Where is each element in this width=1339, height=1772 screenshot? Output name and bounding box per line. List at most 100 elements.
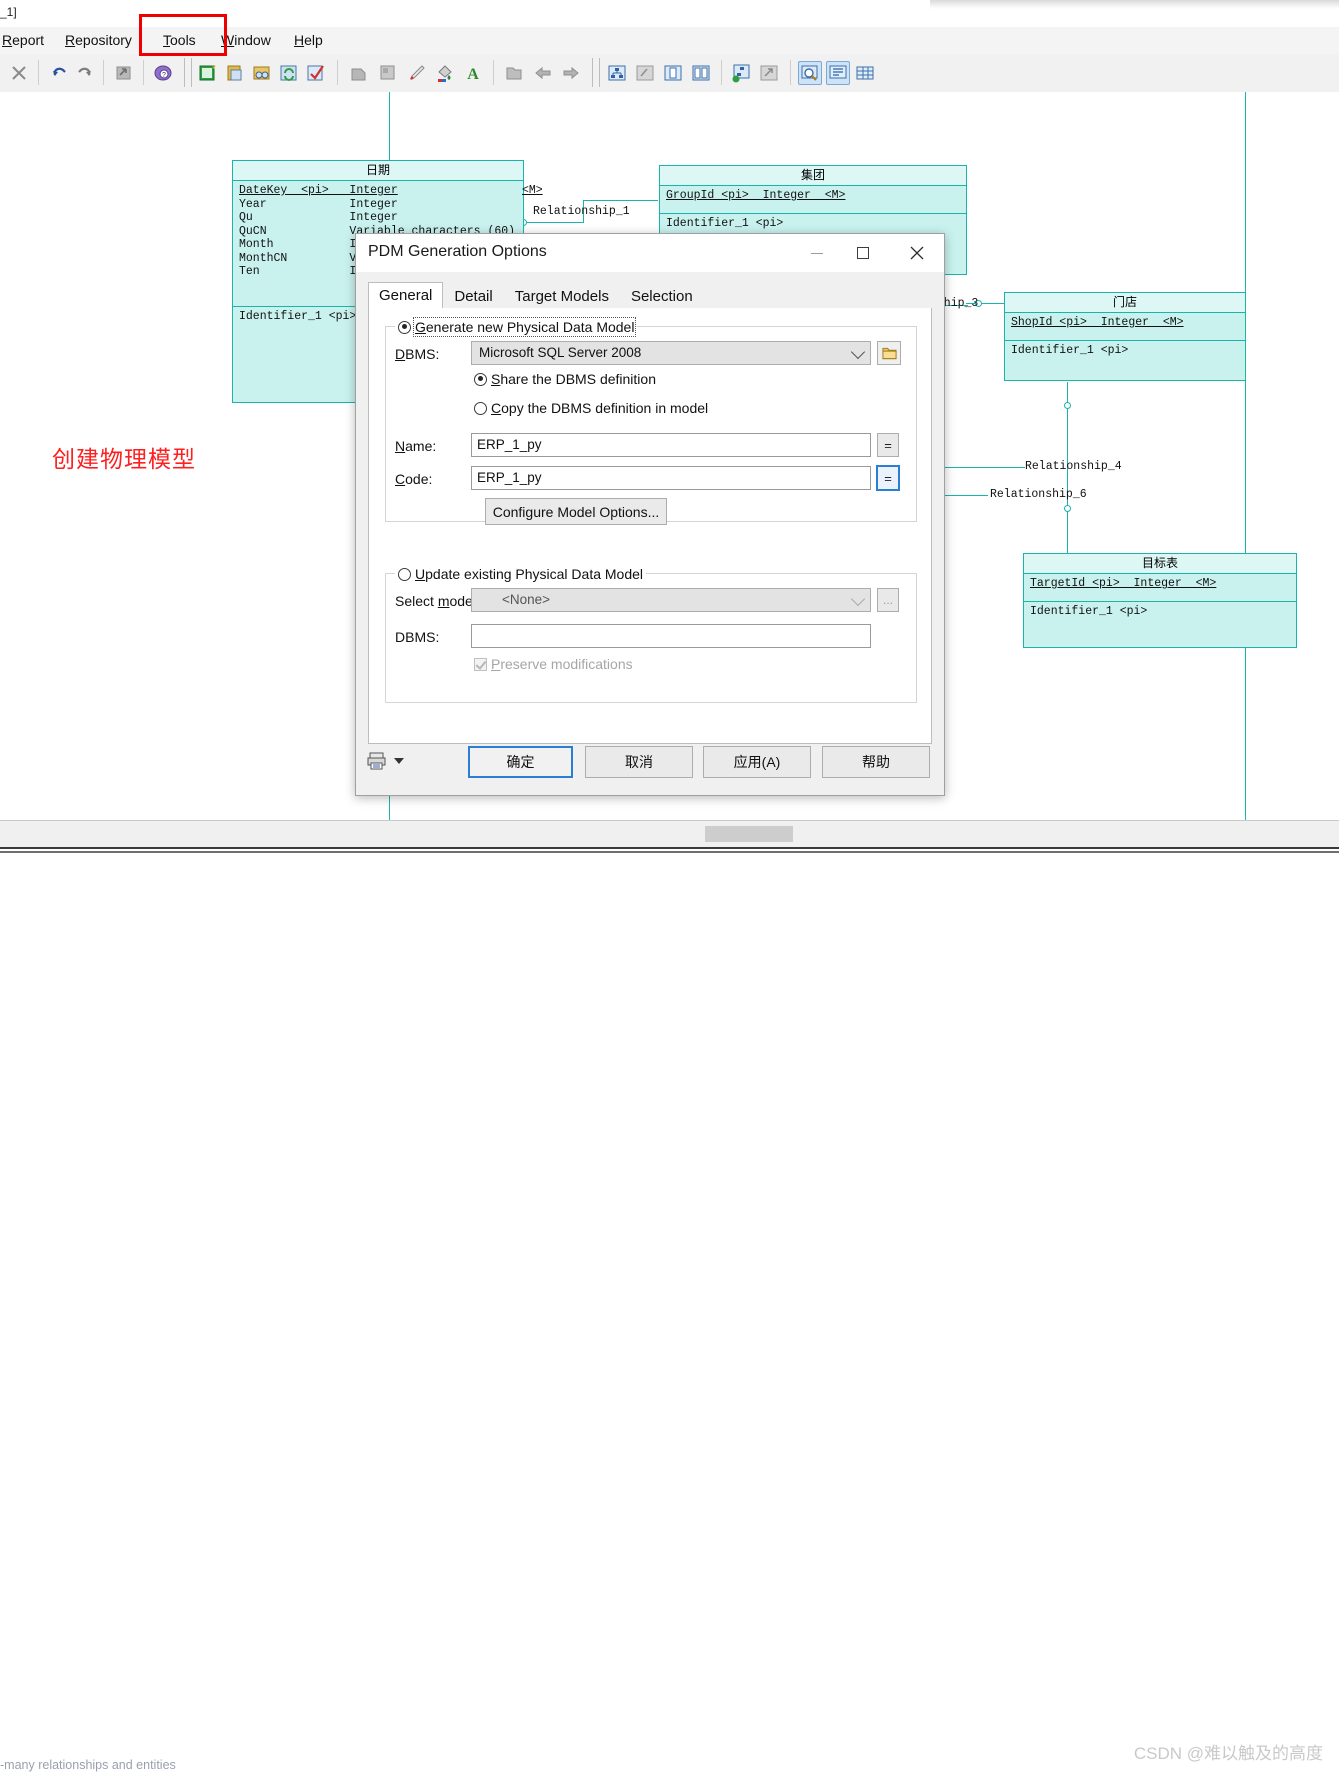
- generate-new-label: Generate new Physical Data Model: [412, 317, 637, 337]
- radio-generate-new[interactable]: [398, 320, 411, 334]
- gray-arrow-icon[interactable]: [758, 62, 780, 84]
- chevron-down-icon: [850, 344, 866, 360]
- configure-model-options-button[interactable]: Configure Model Options...: [485, 498, 667, 525]
- diagram-tree-icon[interactable]: [606, 62, 628, 84]
- undo-icon[interactable]: [48, 62, 70, 84]
- two-page-icon[interactable]: [690, 62, 712, 84]
- folder-open-icon[interactable]: [877, 341, 901, 365]
- entity-identifier-section: Identifier_1 <pi>: [1024, 602, 1296, 621]
- dialog-titlebar[interactable]: PDM Generation Options: [356, 234, 944, 272]
- scrollbar-thumb[interactable]: [705, 826, 793, 842]
- find-model-icon[interactable]: [251, 62, 273, 84]
- name-field[interactable]: ERP_1_py: [471, 433, 871, 457]
- help-button[interactable]: 帮助: [822, 746, 930, 778]
- select-model-value: <None>: [502, 592, 551, 607]
- update-existing-radio[interactable]: Update existing Physical Data Model: [395, 566, 647, 582]
- dialog-body: General Detail Target Models Selection G…: [356, 272, 944, 795]
- entity-name: 目标表: [1024, 554, 1296, 574]
- link-diagram-icon[interactable]: [730, 62, 752, 84]
- frame-icon[interactable]: [377, 62, 399, 84]
- folder-shape-icon[interactable]: [503, 62, 525, 84]
- page-icon[interactable]: [662, 62, 684, 84]
- brush-icon[interactable]: [406, 62, 428, 84]
- radio-share-dbms[interactable]: [474, 372, 487, 386]
- paste-model-icon[interactable]: [224, 62, 246, 84]
- horizontal-scrollbar[interactable]: [0, 820, 1339, 847]
- apply-button[interactable]: 应用(A): [703, 746, 811, 778]
- application-window: _1] Report Repository Tools Window Help …: [0, 0, 1339, 1772]
- radio-copy-dbms[interactable]: [474, 401, 487, 415]
- entity-identifier: Identifier_1 <pi>: [1030, 605, 1148, 618]
- help-book-icon[interactable]: ?: [152, 62, 174, 84]
- entity-name: 门店: [1005, 293, 1245, 313]
- window-title-fragment: _1]: [0, 5, 17, 19]
- entity-identifier-section: Identifier_1 <pi>: [1005, 341, 1245, 360]
- comment-icon[interactable]: [826, 61, 850, 85]
- entity-identifier: Identifier_1 <pi>: [666, 217, 784, 230]
- name-equals-button[interactable]: =: [877, 433, 899, 457]
- share-dbms-option[interactable]: Share the DBMS definition: [471, 371, 659, 387]
- update-existing-label: Update existing Physical Data Model: [415, 566, 644, 582]
- close-icon[interactable]: [894, 234, 940, 272]
- checkbox-preserve-modifications[interactable]: [474, 657, 487, 671]
- close-icon[interactable]: [8, 62, 30, 84]
- font-color-icon[interactable]: A: [462, 62, 484, 84]
- relationship-label[interactable]: Relationship_1: [533, 205, 630, 218]
- connector-line: [583, 200, 658, 201]
- connector-line: [940, 467, 1025, 468]
- menu-item-help[interactable]: Help: [294, 32, 323, 48]
- toolbar-separator: [337, 60, 338, 85]
- preserve-modifications-option[interactable]: Preserve modifications: [471, 656, 636, 672]
- tab-general[interactable]: General: [368, 282, 444, 309]
- refresh-icon[interactable]: [278, 62, 300, 84]
- update-dbms-field[interactable]: [471, 624, 871, 648]
- new-model-icon[interactable]: [197, 62, 219, 84]
- cancel-button[interactable]: 取消: [585, 746, 693, 778]
- toolbar-gripper[interactable]: [592, 58, 600, 87]
- code-field[interactable]: ERP_1_py: [471, 466, 871, 490]
- code-equals-button[interactable]: =: [876, 465, 900, 491]
- toolbar-gripper[interactable]: [184, 58, 192, 87]
- browse-model-button[interactable]: ...: [877, 588, 899, 612]
- maximize-button[interactable]: [840, 234, 886, 272]
- generate-new-radio[interactable]: Generate new Physical Data Model: [395, 317, 638, 337]
- next-arrow-icon[interactable]: [560, 62, 582, 84]
- ok-button[interactable]: 确定: [468, 746, 573, 778]
- statusbar-text: -many relationships and entities: [0, 1758, 176, 1772]
- print-icon[interactable]: [366, 750, 388, 772]
- check-model-icon[interactable]: [305, 62, 327, 84]
- fill-color-icon[interactable]: [434, 62, 456, 84]
- zoom-preview-icon[interactable]: [798, 61, 822, 85]
- copy-dbms-option[interactable]: Copy the DBMS definition in model: [471, 400, 711, 416]
- menu-item-report[interactable]: Report: [2, 32, 44, 48]
- entity-attributes: ShopId <pi> Integer <M>: [1005, 313, 1245, 341]
- entity-table[interactable]: 目标表 TargetId <pi> Integer <M> Identifier…: [1023, 553, 1297, 648]
- dbms-select[interactable]: Microsoft SQL Server 2008: [471, 341, 871, 365]
- grid-icon[interactable]: [854, 62, 876, 84]
- menu-item-window[interactable]: Window: [221, 32, 271, 48]
- radio-update-existing[interactable]: [398, 567, 411, 581]
- entity-attributes: TargetId <pi> Integer <M>: [1024, 574, 1296, 602]
- entity-table[interactable]: 门店 ShopId <pi> Integer <M> Identifier_1 …: [1004, 292, 1246, 381]
- relationship-label[interactable]: Relationship_6: [990, 488, 1087, 501]
- copy-dbms-label: Copy the DBMS definition in model: [491, 400, 709, 416]
- select-model-dropdown[interactable]: <None>: [471, 588, 871, 612]
- export-icon[interactable]: [113, 62, 135, 84]
- dbms-value: Microsoft SQL Server 2008: [479, 345, 642, 360]
- connector-line: [523, 222, 583, 223]
- tab-target-models[interactable]: Target Models: [504, 284, 620, 309]
- menu-item-repository[interactable]: Repository: [65, 32, 132, 48]
- tab-selection[interactable]: Selection: [620, 284, 704, 309]
- toolbar-separator: [721, 60, 722, 85]
- entity-identifier: Identifier_1 <pi>: [1011, 344, 1129, 357]
- tab-detail[interactable]: Detail: [443, 284, 503, 309]
- relationship-label[interactable]: Relationship_4: [1025, 460, 1122, 473]
- prev-arrow-icon[interactable]: [532, 62, 554, 84]
- minimize-button[interactable]: [794, 234, 840, 272]
- entity-attributes: GroupId <pi> Integer <M>: [660, 186, 966, 214]
- gray-diagram-icon[interactable]: [634, 62, 656, 84]
- caret-down-icon[interactable]: [394, 758, 404, 764]
- copy-shape-icon[interactable]: [348, 62, 370, 84]
- redo-icon[interactable]: [74, 62, 96, 84]
- pdm-generation-options-dialog: PDM Generation Options General Detail Ta…: [355, 233, 945, 796]
